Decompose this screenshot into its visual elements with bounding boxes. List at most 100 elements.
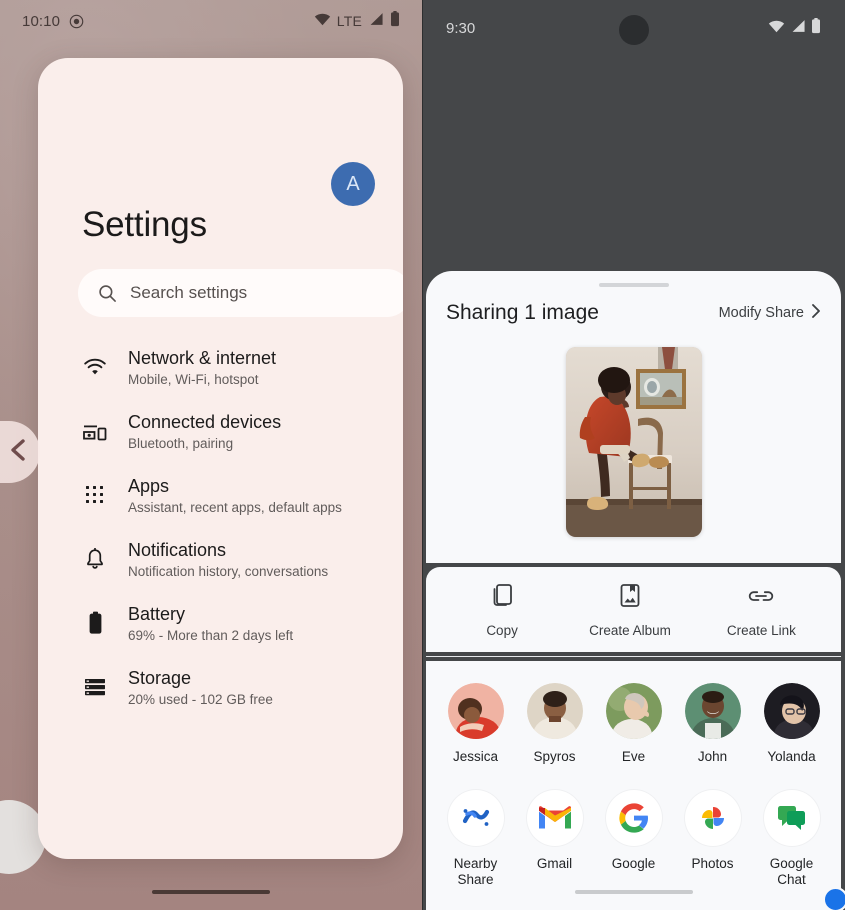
camera-punch-hole (618, 15, 649, 45)
left-phone-settings: 10:10 LTE A Settings Search settings Net… (0, 0, 422, 910)
person-name: Jessica (452, 749, 498, 764)
share-targets-card: Jessica Spyros Eve John Yolanda Nearby S… (426, 661, 845, 910)
search-input[interactable]: Search settings (78, 269, 403, 317)
nearby-share-icon (447, 790, 504, 846)
sidebar-item-network[interactable]: Network & internet Mobile, Wi-Fi, hotspo… (60, 335, 381, 399)
copy-label: Copy (486, 623, 518, 638)
sidebar-item-title: Connected devices (128, 412, 282, 433)
chevron-right-icon (811, 303, 821, 323)
avatar[interactable]: A (331, 162, 375, 206)
sidebar-item-subtitle: 20% used - 102 GB free (128, 692, 273, 708)
storage-icon (82, 677, 108, 697)
app-name: Google Chat (769, 856, 814, 888)
app-name: Photos (691, 856, 734, 871)
person-yolanda[interactable]: Yolanda (757, 683, 845, 910)
app-name: Gmail (536, 856, 573, 871)
create-album-action[interactable]: Create Album (589, 583, 671, 638)
panel-divider (422, 0, 423, 910)
battery-icon (390, 11, 400, 31)
image-thumbnail[interactable] (565, 347, 702, 537)
app-photos[interactable]: Photos (677, 790, 749, 889)
share-sheet: Sharing 1 image Modify Share Copy Create… (422, 271, 845, 910)
app-gmail[interactable]: Gmail (519, 790, 591, 889)
shared-image-preview[interactable] (426, 325, 841, 563)
modify-share-label: Modify Share (718, 305, 804, 321)
apps-row: Nearby Share Gmail Google Photos Google … (426, 764, 841, 889)
sidebar-item-notifications[interactable]: Notifications Notification history, conv… (60, 527, 381, 591)
chevron-left-icon (8, 437, 28, 468)
person-jessica[interactable]: Jessica (441, 683, 845, 910)
share-actions-row: Copy Create Album Create Link (426, 583, 841, 638)
person-eve[interactable]: Eve (599, 683, 845, 910)
sidebar-item-subtitle: Notification history, conversations (128, 564, 329, 580)
create-album-icon (619, 583, 641, 614)
sidebar-item-title: Battery (128, 604, 186, 625)
app-google-chat[interactable]: Google Chat (756, 790, 828, 889)
app-name: Nearby Share (453, 856, 498, 888)
status-time: 10:10 (22, 12, 61, 30)
wifi-icon (82, 358, 108, 377)
sidebar-item-text: Apps Assistant, recent apps, default app… (128, 475, 342, 515)
person-name: Yolanda (767, 749, 816, 764)
google-icon (605, 790, 662, 846)
page-title: Settings (82, 205, 207, 244)
person-name: Eve (621, 749, 646, 764)
sidebar-item-title: Network & internet (128, 348, 277, 368)
avatar (526, 683, 583, 739)
screen-record-icon (69, 14, 84, 29)
sidebar-item-text: Notifications Notification history, conv… (128, 539, 328, 579)
person-name: Spyros (533, 749, 576, 764)
app-nearby-share[interactable]: Nearby Share (440, 790, 512, 889)
copy-icon (490, 583, 514, 614)
app-name: Google (611, 856, 656, 871)
people-row: Jessica Spyros Eve John Yolanda (426, 683, 845, 910)
link-icon (747, 583, 775, 614)
gmail-icon (526, 790, 583, 846)
sidebar-item-text: Storage 20% used - 102 GB free (128, 667, 273, 707)
search-icon (98, 284, 117, 303)
network-type-label: LTE (336, 13, 362, 29)
sidebar-item-battery[interactable]: Battery 69% - More than 2 days left (60, 591, 381, 655)
sidebar-item-apps[interactable]: Apps Assistant, recent apps, default app… (60, 463, 381, 527)
sidebar-item-title: Apps (128, 476, 170, 497)
sidebar-item-subtitle: Assistant, recent apps, default apps (128, 500, 342, 516)
sidebar-item-storage[interactable]: Storage 20% used - 102 GB free (60, 655, 381, 719)
settings-list: Network & internet Mobile, Wi-Fi, hotspo… (60, 335, 381, 719)
home-indicator[interactable] (152, 890, 270, 894)
battery-icon (811, 18, 821, 38)
person-john[interactable]: John (678, 683, 845, 910)
right-status-bar: 9:30 (422, 0, 845, 56)
copy-action[interactable]: Copy (471, 583, 533, 638)
app-google[interactable]: Google (598, 790, 670, 889)
avatar (447, 683, 504, 739)
right-gesture-navbar[interactable] (422, 890, 845, 894)
person-spyros[interactable]: Spyros (520, 683, 845, 910)
signal-icon (368, 12, 384, 30)
modify-share-button[interactable]: Modify Share (719, 303, 821, 323)
wifi-icon (314, 12, 331, 30)
share-title: Sharing 1 image (446, 301, 599, 324)
status-time: 9:30 (446, 19, 476, 37)
search-placeholder: Search settings (130, 283, 248, 302)
left-status-bar: 10:10 LTE (0, 0, 422, 42)
sheet-drag-handle[interactable] (598, 283, 669, 287)
right-phone-share-sheet: 9:30 Sharing 1 image Modify Share Copy C… (422, 0, 845, 910)
sidebar-item-subtitle: Mobile, Wi-Fi, hotspot (128, 372, 259, 388)
devices-icon (82, 420, 108, 442)
sidebar-item-subtitle: Bluetooth, pairing (128, 436, 234, 452)
status-right-cluster: LTE (314, 11, 400, 31)
left-gesture-navbar[interactable] (0, 890, 422, 894)
section-divider (426, 656, 841, 657)
create-link-action[interactable]: Create Link (727, 583, 796, 638)
sidebar-item-subtitle: 69% - More than 2 days left (128, 628, 294, 644)
avatar (684, 683, 741, 739)
sidebar-item-text: Connected devices Bluetooth, pairing (128, 411, 281, 451)
person-name: John (697, 749, 728, 764)
home-indicator[interactable] (574, 890, 693, 894)
sidebar-item-text: Battery 69% - More than 2 days left (128, 603, 293, 643)
sidebar-item-title: Storage (128, 668, 192, 689)
sidebar-item-connected-devices[interactable]: Connected devices Bluetooth, pairing (60, 399, 381, 463)
avatar (605, 683, 662, 739)
google-chat-icon (763, 790, 820, 846)
status-right-cluster (768, 18, 821, 38)
